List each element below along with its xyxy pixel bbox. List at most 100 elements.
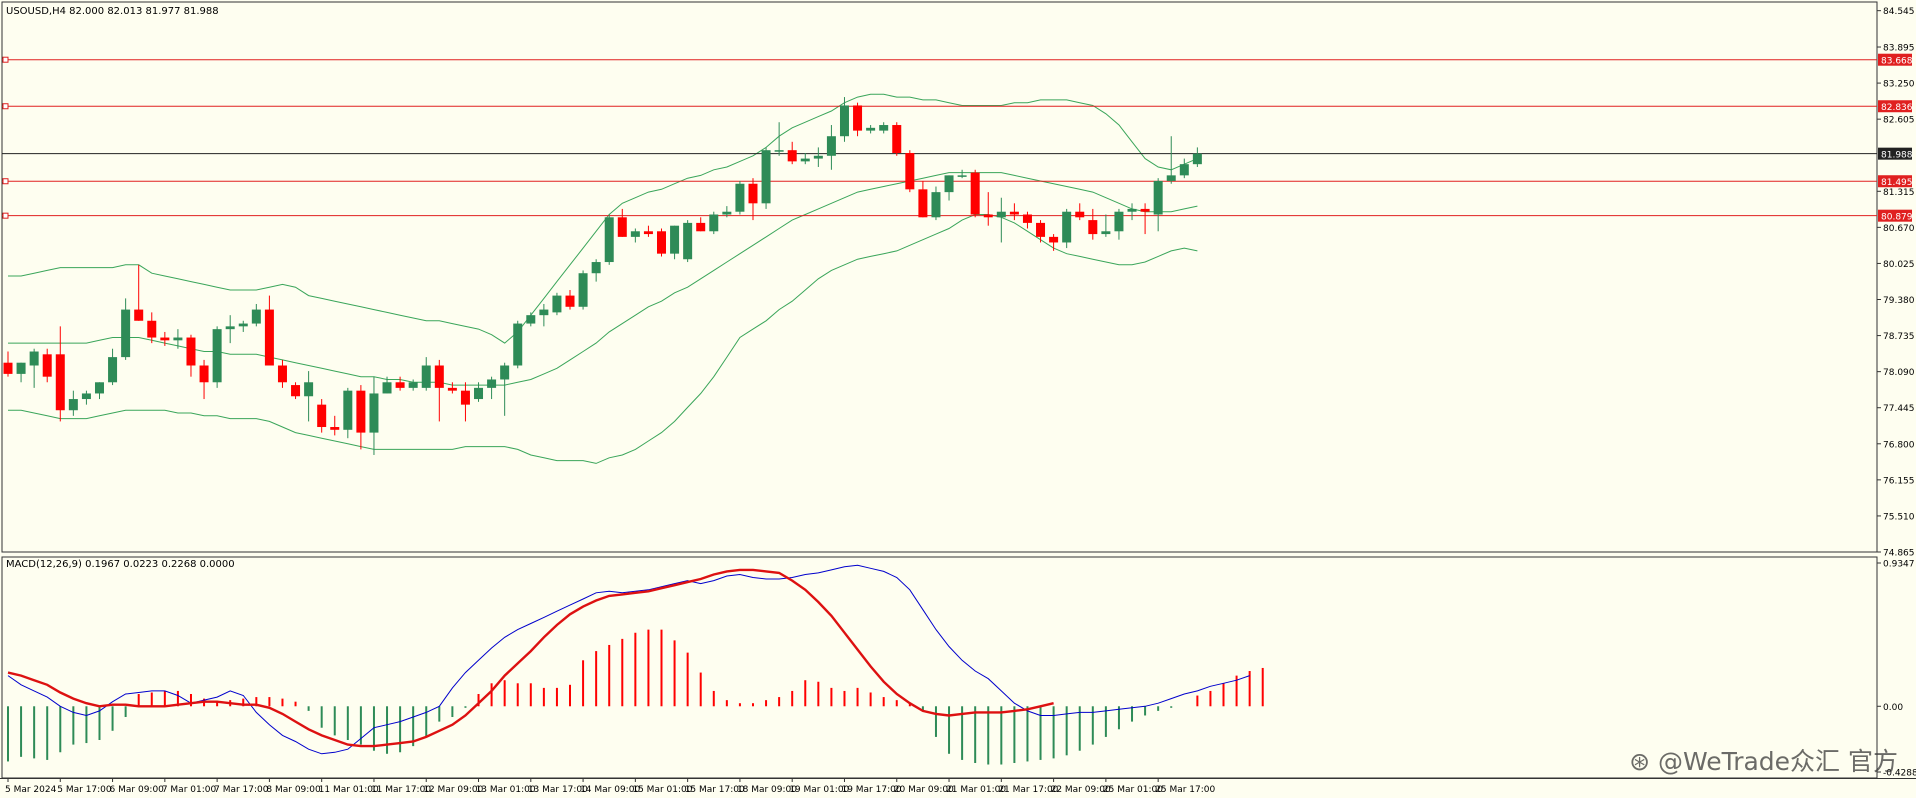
level-line-handle[interactable]	[2, 178, 9, 185]
candle[interactable]	[552, 292, 562, 316]
candle[interactable]	[487, 376, 497, 400]
candle[interactable]	[1179, 158, 1189, 179]
candle[interactable]	[356, 385, 366, 450]
candle[interactable]	[304, 371, 314, 422]
candle[interactable]	[369, 376, 379, 455]
candle[interactable]	[1088, 208, 1098, 240]
candle[interactable]	[1114, 208, 1124, 240]
candle[interactable]	[55, 326, 65, 422]
candle[interactable]	[683, 220, 693, 263]
price-tag-label: 83.668	[1881, 57, 1913, 67]
candle[interactable]	[709, 211, 719, 235]
trading-chart-window[interactable]: 83.668 82.836 81.988 81.495 80.879 84.545 83.…	[0, 0, 1916, 798]
candle[interactable]	[617, 208, 627, 237]
candle[interactable]	[134, 264, 144, 321]
candle[interactable]	[604, 214, 614, 265]
candle[interactable]	[905, 150, 915, 193]
candle[interactable]	[839, 97, 849, 142]
candle[interactable]	[1009, 203, 1019, 221]
candle[interactable]	[460, 382, 470, 422]
candle[interactable]	[1075, 203, 1085, 221]
candle[interactable]	[317, 399, 327, 433]
candle[interactable]	[108, 348, 118, 386]
candle[interactable]	[513, 320, 523, 369]
candle[interactable]	[1036, 220, 1046, 243]
level-line-handle[interactable]	[2, 56, 9, 63]
candle[interactable]	[186, 334, 196, 377]
candle[interactable]	[1192, 147, 1202, 167]
time-axis-label: 7 Mar 17:00	[214, 785, 269, 795]
candle[interactable]	[748, 178, 758, 221]
candle[interactable]	[1101, 214, 1111, 237]
candle[interactable]	[983, 192, 993, 226]
candle[interactable]	[225, 315, 235, 344]
candle[interactable]	[1062, 208, 1072, 249]
candle[interactable]	[526, 312, 536, 327]
chart-canvas[interactable]: 83.668 82.836 81.988 81.495 80.879 84.545 83.…	[0, 0, 1916, 798]
candle[interactable]	[29, 348, 39, 388]
level-line-handle[interactable]	[2, 103, 9, 110]
candle[interactable]	[1127, 203, 1137, 221]
candle[interactable]	[565, 290, 575, 310]
candle[interactable]	[539, 303, 549, 327]
horizontal-levels[interactable]: 83.668 82.836 81.988 81.495 80.879	[2, 53, 1913, 223]
candle[interactable]	[500, 362, 510, 416]
candle[interactable]	[800, 152, 810, 165]
candle[interactable]	[251, 303, 261, 327]
candle[interactable]	[970, 169, 980, 218]
candle[interactable]	[1049, 234, 1059, 251]
candle[interactable]	[395, 376, 405, 391]
candle-body	[1127, 208, 1137, 212]
candle[interactable]	[94, 382, 104, 400]
candle[interactable]	[121, 298, 131, 360]
candle[interactable]	[787, 141, 797, 165]
candle[interactable]	[630, 228, 640, 243]
candle[interactable]	[670, 225, 680, 260]
candle[interactable]	[1140, 203, 1150, 235]
candle[interactable]	[1022, 211, 1032, 229]
candle[interactable]	[291, 382, 301, 400]
candle[interactable]	[879, 122, 889, 134]
candle[interactable]	[330, 415, 340, 436]
time-axis-label: 7 Mar 01:00	[162, 785, 217, 795]
candle[interactable]	[643, 225, 653, 237]
candle[interactable]	[996, 197, 1006, 243]
candle-body	[578, 273, 588, 307]
candle[interactable]	[761, 147, 771, 209]
candle[interactable]	[199, 359, 209, 400]
candle-body	[121, 309, 131, 358]
candle[interactable]	[578, 270, 588, 310]
candle[interactable]	[892, 122, 902, 156]
candle[interactable]	[42, 348, 52, 383]
candle[interactable]	[264, 295, 274, 366]
candle[interactable]	[696, 217, 706, 232]
candle[interactable]	[421, 357, 431, 391]
candle[interactable]	[944, 175, 954, 201]
candle[interactable]	[657, 228, 666, 257]
candle[interactable]	[918, 180, 928, 218]
candle[interactable]	[147, 312, 157, 344]
candle[interactable]	[591, 259, 601, 282]
candle[interactable]	[212, 326, 222, 388]
price-tag-label: 81.988	[1881, 151, 1913, 161]
candle[interactable]	[853, 102, 863, 137]
candles[interactable]	[3, 97, 1202, 455]
candle[interactable]	[735, 180, 745, 215]
candle[interactable]	[277, 359, 287, 388]
candle[interactable]	[173, 329, 183, 349]
candle[interactable]	[931, 186, 941, 221]
candle[interactable]	[3, 351, 13, 377]
level-line-handle[interactable]	[2, 212, 9, 219]
candle[interactable]	[957, 169, 967, 179]
candle[interactable]	[68, 390, 78, 416]
candle[interactable]	[16, 362, 26, 383]
candle[interactable]	[238, 320, 248, 332]
candle[interactable]	[866, 125, 876, 134]
candle[interactable]	[1153, 178, 1163, 232]
candle[interactable]	[343, 387, 353, 439]
candle[interactable]	[434, 359, 444, 422]
candle[interactable]	[81, 390, 91, 405]
candle[interactable]	[1166, 136, 1176, 184]
candle[interactable]	[813, 147, 823, 167]
candle[interactable]	[826, 125, 836, 170]
